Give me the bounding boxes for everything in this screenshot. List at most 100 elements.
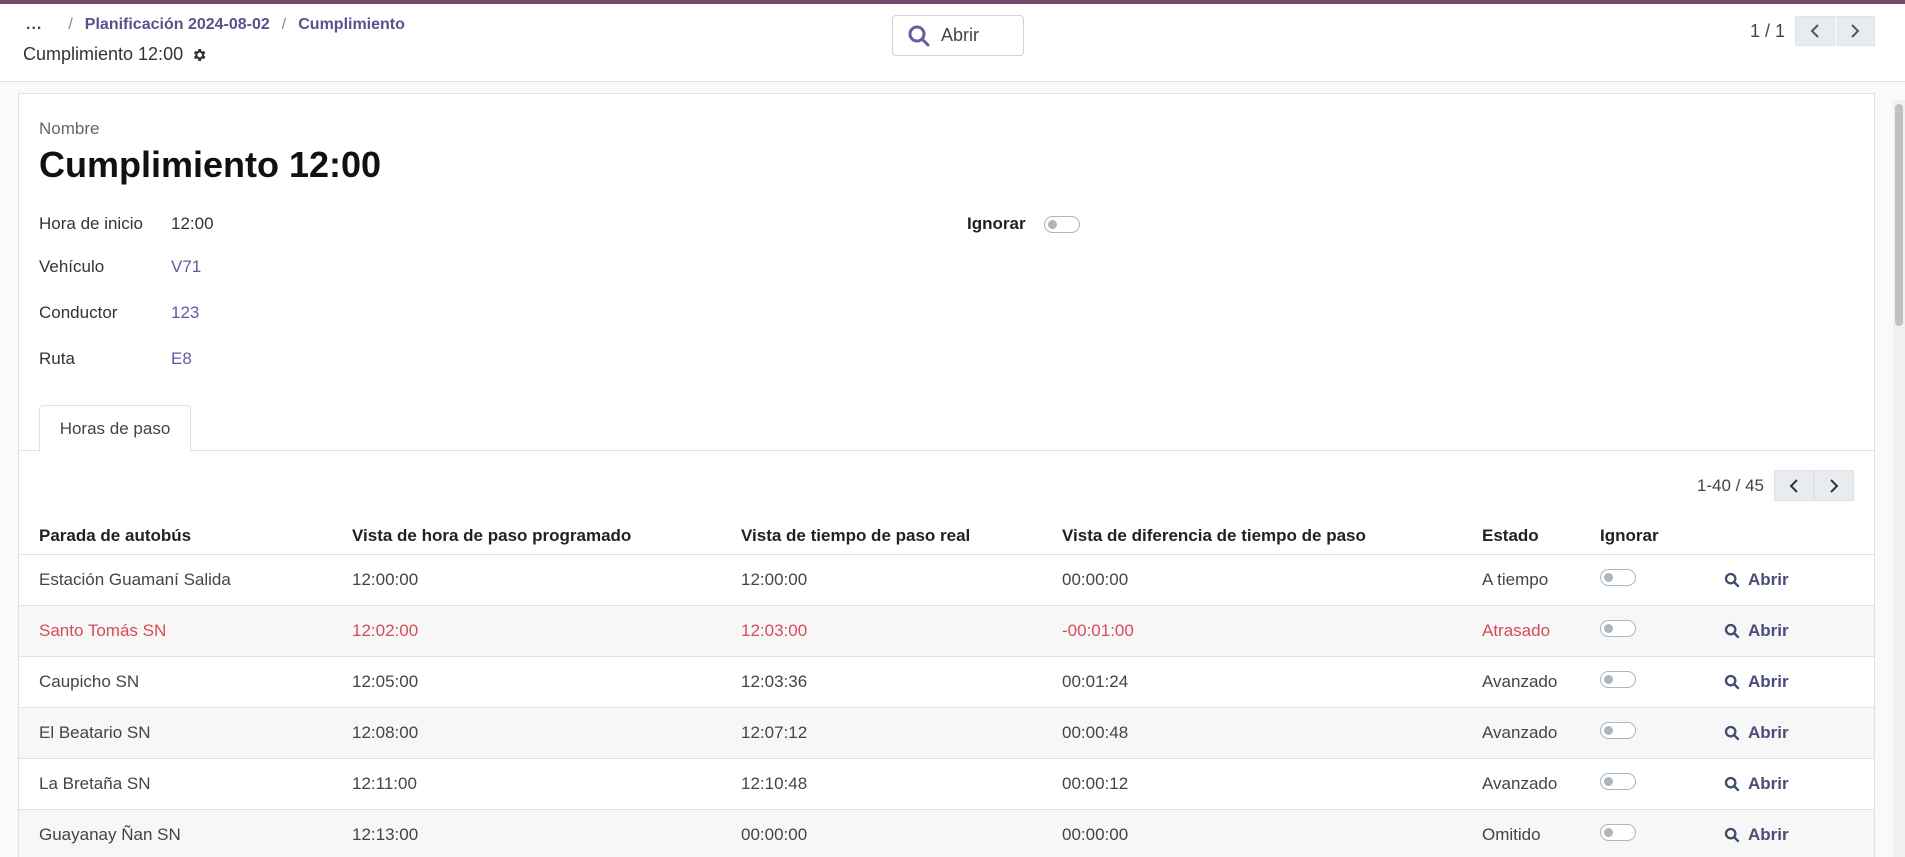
cell-actual: 12:00:00 <box>741 554 1062 606</box>
breadcrumb-more-button[interactable]: ... <box>26 16 42 34</box>
col-actual[interactable]: Vista de tiempo de paso real <box>741 514 1062 555</box>
cell-open: Abrir <box>1724 809 1874 857</box>
row-open-label: Abrir <box>1748 824 1789 844</box>
list-previous-button[interactable] <box>1774 470 1814 501</box>
row-open-label: Abrir <box>1748 722 1789 742</box>
row-ignore-toggle[interactable] <box>1600 721 1636 739</box>
table-row[interactable]: Caupicho SN 12:05:00 12:03:36 00:01:24 Avanz… <box>19 656 1874 708</box>
record-title-text: Cumplimiento 12:00 <box>23 44 184 64</box>
cell-state: Avanzado <box>1482 758 1600 810</box>
cell-difference: 00:00:00 <box>1062 809 1482 857</box>
cell-open: Abrir <box>1724 707 1874 759</box>
table-row[interactable]: Estación Guamaní Salida 12:00:00 12:00:00 0… <box>19 554 1874 606</box>
table-row[interactable]: El Beatario SN 12:08:00 12:07:12 00:00:48 Av… <box>19 707 1874 759</box>
driver-link[interactable]: 123 <box>171 303 199 323</box>
chevron-right-icon <box>1830 478 1839 493</box>
row-ignore-toggle[interactable] <box>1600 670 1636 688</box>
chevron-left-icon <box>1789 478 1798 493</box>
col-bus-stop[interactable]: Parada de autobús <box>19 514 352 555</box>
cell-ignore <box>1600 809 1724 857</box>
row-open-button[interactable]: Abrir <box>1724 825 1874 845</box>
cell-difference: 00:00:12 <box>1062 758 1482 810</box>
search-icon <box>1724 725 1740 740</box>
row-open-label: Abrir <box>1748 620 1789 640</box>
table-row[interactable]: Guayanay Ñan SN 12:13:00 00:00:00 00:00:00 O… <box>19 809 1874 857</box>
field-ignore: Ignorar <box>967 214 1080 234</box>
field-driver: Conductor 123 <box>39 303 199 323</box>
search-icon <box>1724 827 1740 842</box>
pager-next-button[interactable] <box>1835 16 1875 46</box>
cell-actual: 00:00:00 <box>741 809 1062 857</box>
chevron-right-icon <box>1851 24 1860 38</box>
cell-scheduled: 12:08:00 <box>352 707 741 759</box>
row-open-label: Abrir <box>1748 773 1789 793</box>
record-pager: 1 / 1 <box>1750 16 1875 46</box>
col-difference[interactable]: Vista de diferencia de tiempo de paso <box>1062 514 1482 555</box>
cell-scheduled: 12:11:00 <box>352 758 741 810</box>
row-ignore-toggle[interactable] <box>1600 772 1636 790</box>
cell-bus-stop: Guayanay Ñan SN <box>19 809 352 857</box>
row-open-button[interactable]: Abrir <box>1724 672 1874 692</box>
pager-previous-button[interactable] <box>1795 16 1835 46</box>
cell-actual: 12:03:36 <box>741 656 1062 708</box>
tab-horas-de-paso[interactable]: Horas de paso <box>39 405 191 452</box>
row-open-label: Abrir <box>1748 671 1789 691</box>
route-link[interactable]: E8 <box>171 349 192 369</box>
page-scrollbar[interactable] <box>1893 100 1905 857</box>
row-ignore-toggle[interactable] <box>1600 619 1636 637</box>
search-icon <box>1724 572 1740 587</box>
cell-open: Abrir <box>1724 605 1874 657</box>
breadcrumb-separator: / <box>68 16 73 33</box>
cell-state: Avanzado <box>1482 707 1600 759</box>
pager-value[interactable]: 1 / 1 <box>1750 21 1785 42</box>
list-pager-value[interactable]: 1-40 / 45 <box>1697 476 1764 496</box>
field-start-time: Hora de inicio 12:00 <box>39 214 214 234</box>
table-row[interactable]: Santo Tomás SN 12:02:00 12:03:00 -00:01:00 A… <box>19 605 1874 657</box>
name-label: Nombre <box>39 119 100 138</box>
cell-scheduled: 12:05:00 <box>352 656 741 708</box>
row-ignore-toggle[interactable] <box>1600 823 1636 841</box>
cell-state: Omitido <box>1482 809 1600 857</box>
row-open-button[interactable]: Abrir <box>1724 723 1874 743</box>
breadcrumb-cumplimiento[interactable]: Cumplimiento <box>298 16 405 34</box>
row-open-label: Abrir <box>1748 569 1789 589</box>
scrollbar-thumb[interactable] <box>1895 104 1903 326</box>
cell-ignore <box>1600 605 1724 657</box>
cell-ignore <box>1600 656 1724 708</box>
start-time-value[interactable]: 12:00 <box>171 214 214 234</box>
name-field[interactable]: Cumplimiento 12:00 <box>39 144 381 186</box>
row-open-button[interactable]: Abrir <box>1724 570 1874 590</box>
chevron-left-icon <box>1810 24 1819 38</box>
cell-open: Abrir <box>1724 758 1874 810</box>
vehicle-link[interactable]: V71 <box>171 257 201 277</box>
cell-scheduled: 12:02:00 <box>352 605 741 657</box>
cell-difference: 00:00:48 <box>1062 707 1482 759</box>
ignore-label: Ignorar <box>967 214 1026 233</box>
col-ignore[interactable]: Ignorar <box>1600 514 1724 555</box>
record-title: Cumplimiento 12:00 <box>23 44 207 65</box>
control-panel: ... / Planificación 2024-08-02 / Cumplim… <box>0 4 1905 82</box>
cell-state: A tiempo <box>1482 554 1600 606</box>
table-row[interactable]: La Bretaña SN 12:11:00 12:10:48 00:00:12 Ava… <box>19 758 1874 810</box>
breadcrumb-planificacion[interactable]: Planificación 2024-08-02 <box>85 16 270 34</box>
cell-difference: -00:01:00 <box>1062 605 1482 657</box>
cell-bus-stop: El Beatario SN <box>19 707 352 759</box>
ignore-toggle[interactable] <box>1043 215 1080 233</box>
cell-state: Atrasado <box>1482 605 1600 657</box>
route-label: Ruta <box>39 349 75 368</box>
gear-icon[interactable] <box>191 47 207 63</box>
field-vehicle: Vehículo V71 <box>39 257 201 277</box>
search-icon <box>1724 776 1740 791</box>
row-ignore-toggle[interactable] <box>1600 568 1636 586</box>
cell-open: Abrir <box>1724 656 1874 708</box>
field-route: Ruta E8 <box>39 349 192 369</box>
list-next-button[interactable] <box>1814 470 1854 501</box>
breadcrumb-separator: / <box>281 16 287 33</box>
row-open-button[interactable]: Abrir <box>1724 621 1874 641</box>
row-open-button[interactable]: Abrir <box>1724 774 1874 794</box>
col-state[interactable]: Estado <box>1482 514 1600 555</box>
cell-actual: 12:03:00 <box>741 605 1062 657</box>
cell-actual: 12:10:48 <box>741 758 1062 810</box>
search-open-button[interactable]: Abrir <box>892 15 1024 56</box>
col-scheduled[interactable]: Vista de hora de paso programado <box>352 514 741 555</box>
